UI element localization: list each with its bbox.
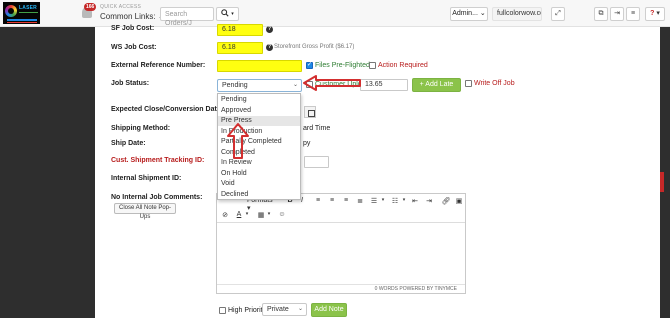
sf-job-cost-input[interactable]: 6.18 xyxy=(217,24,263,36)
shipping-method-label: Shipping Method: xyxy=(111,125,171,132)
logo[interactable]: LASER xyxy=(3,2,40,24)
help-icon[interactable]: ? xyxy=(266,26,273,33)
status-option[interactable]: Approved xyxy=(218,106,300,116)
files-preflighted-checkbox[interactable] xyxy=(306,61,313,69)
status-option[interactable]: On Hold xyxy=(218,169,300,179)
external-ref-label: External Reference Number: xyxy=(111,62,206,69)
ws-job-cost-input[interactable]: 6.18 xyxy=(217,42,263,54)
logo-ring-icon xyxy=(5,5,17,17)
image-icon[interactable]: ▣ xyxy=(454,197,464,205)
internal-shipment-label: Internal Shipment ID: xyxy=(111,175,182,182)
chevron-down-icon: ⌄ xyxy=(479,10,486,17)
ship-date-label: Ship Date: xyxy=(111,140,146,147)
high-priority-checkbox[interactable] xyxy=(219,307,226,314)
right-sidebar xyxy=(660,27,670,318)
caret-down-icon[interactable]: ▾ xyxy=(399,197,409,203)
menu-icon[interactable]: ≡ xyxy=(626,7,640,21)
status-option[interactable]: Pending xyxy=(218,95,300,105)
align-right-icon[interactable]: ≡ xyxy=(341,197,351,204)
search-input[interactable]: Search Orders/J xyxy=(160,7,214,27)
files-preflighted-label: Files Pre-Flighted? xyxy=(315,62,374,69)
storefront-gross-profit: Storefront Gross Profit ($6.17) xyxy=(274,44,355,50)
caret-down-icon: ▾ xyxy=(231,11,234,17)
job-status-label: Job Status: xyxy=(111,80,150,87)
external-ref-input[interactable] xyxy=(217,60,302,72)
ship-date-value: py xyxy=(303,140,311,147)
top-bar: LASER 166 QUICK ACCESS Common Links: ⌄ S… xyxy=(0,0,670,27)
cust-tracking-label: Cust. Shipment Tracking ID: xyxy=(111,157,205,164)
caret-down-icon[interactable]: ▾ xyxy=(264,211,274,217)
left-sidebar xyxy=(0,27,95,318)
add-note-button[interactable]: Add Note xyxy=(311,303,347,317)
justify-icon[interactable]: ≣ xyxy=(355,197,365,205)
action-required-checkbox[interactable] xyxy=(369,62,376,69)
customer-upload-amount[interactable]: 13.65 xyxy=(360,79,408,91)
admin-menu-button[interactable]: Admin... ⌄ xyxy=(450,7,488,21)
help-menu-button[interactable]: ? ▾ xyxy=(645,7,665,21)
status-option[interactable]: Declined xyxy=(218,190,300,200)
align-center-icon[interactable]: ≡ xyxy=(327,197,337,204)
logout-icon[interactable]: ⇥ xyxy=(610,7,624,21)
align-left-icon[interactable]: ≡ xyxy=(313,197,323,204)
external-link-icon[interactable]: ⧉ xyxy=(594,7,608,21)
ws-job-cost-label: WS Job Cost: xyxy=(111,44,157,51)
internal-comments-label: No Internal Job Comments: xyxy=(111,194,203,201)
common-links-menu[interactable]: Common Links: ⌄ xyxy=(100,12,165,21)
write-off-job-checkbox[interactable] xyxy=(465,80,472,87)
add-late-fee-button[interactable]: + Add Late Fee xyxy=(412,78,461,100)
annotation-arrow-up-icon xyxy=(227,123,249,159)
comments-editor[interactable]: Formats ▾ B I ≡ ≡ ≡ ≣ ☰ ▾ ☷ ▾ ⇤ ⇥ 🔗︎ ▣ ⊘… xyxy=(216,193,466,294)
right-panel-tab[interactable] xyxy=(660,172,664,192)
quick-access-label: QUICK ACCESS xyxy=(100,4,142,10)
outdent-icon[interactable]: ⇤ xyxy=(410,197,420,205)
shipping-method-value: ard Time xyxy=(303,125,331,132)
close-popups-button[interactable]: Close All Note Pop-Ups xyxy=(114,203,176,220)
cust-tracking-input[interactable] xyxy=(304,156,329,168)
caret-down-icon[interactable]: ▾ xyxy=(242,211,252,217)
editor-status-bar: 0 WORDS POWERED BY TINYMCE xyxy=(217,284,465,293)
job-status-select[interactable]: Pending ⌄ xyxy=(217,79,302,92)
notification-badge[interactable]: 166 xyxy=(84,3,97,11)
action-required-label: Action Required xyxy=(378,62,428,69)
chevron-down-icon: ⌄ xyxy=(292,82,298,88)
sf-job-cost-label: SF Job Cost: xyxy=(111,25,155,32)
caret-down-icon[interactable]: ▾ xyxy=(378,197,388,203)
help-icon[interactable]: ? xyxy=(266,44,273,51)
high-priority-label: High Priority xyxy=(228,307,267,314)
caret-down-icon: ▾ xyxy=(656,10,660,17)
search-icon xyxy=(221,9,229,17)
search-button[interactable]: ▾ xyxy=(216,7,239,21)
write-off-job-label: Write Off Job xyxy=(474,80,515,87)
site-selector[interactable]: fullcolorwow.com xyxy=(492,7,542,21)
visibility-select[interactable]: Private ⌄ xyxy=(262,303,307,316)
expected-close-label: Expected Close/Conversion Date: xyxy=(111,106,224,113)
unlink-icon[interactable]: ⊘ xyxy=(220,211,230,219)
indent-icon[interactable]: ⇥ xyxy=(424,197,434,205)
annotation-arrow-left-icon xyxy=(303,75,361,91)
logo-text: LASER xyxy=(19,5,37,11)
status-option[interactable]: Void xyxy=(218,179,300,189)
link-icon[interactable]: 🔗︎ xyxy=(441,197,451,205)
expand-icon[interactable]: ⤢ xyxy=(551,7,565,21)
chevron-down-icon: ⌄ xyxy=(297,306,303,312)
calendar-icon[interactable] xyxy=(304,106,316,118)
emoji-icon[interactable]: ☺ xyxy=(277,211,287,218)
